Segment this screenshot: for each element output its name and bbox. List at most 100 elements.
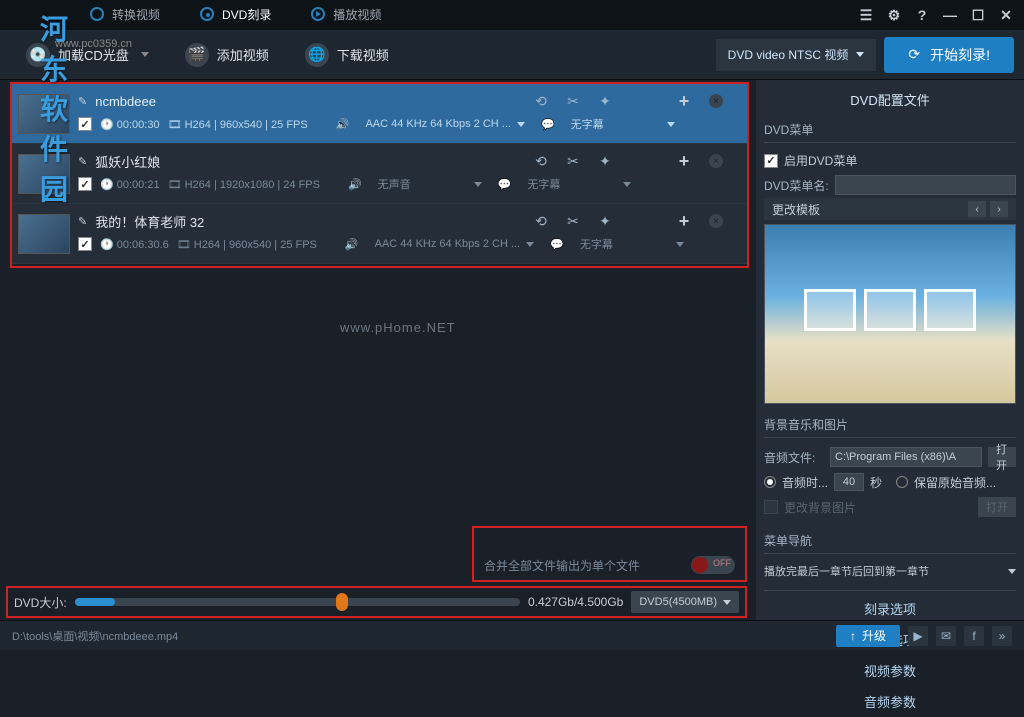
cut-icon[interactable]: ✂ bbox=[565, 153, 581, 169]
size-slider-track[interactable] bbox=[75, 598, 520, 606]
upgrade-label: 升级 bbox=[862, 627, 886, 644]
video-thumbnail bbox=[18, 214, 70, 254]
toolbar: 💿 加载CD光盘 🎬 添加视频 🌐 下载视频 DVD video NTSC 视频… bbox=[0, 30, 1024, 80]
remove-button[interactable]: × bbox=[709, 154, 723, 168]
video-list-panel: ✎ ncmbdeee ⟲ ✂ ✦ + × ✓ 🕐 00:00:30 🎞 H264… bbox=[0, 80, 755, 620]
convert-icon bbox=[90, 7, 104, 21]
add-button[interactable]: + bbox=[675, 92, 693, 110]
more-icon[interactable]: » bbox=[992, 626, 1012, 646]
audio-time-radio[interactable] bbox=[764, 476, 776, 488]
video-row[interactable]: ✎ ncmbdeee ⟲ ✂ ✦ + × ✓ 🕐 00:00:30 🎞 H264… bbox=[12, 84, 747, 144]
add-video-button[interactable]: 🎬 添加视频 bbox=[169, 37, 285, 73]
facebook-icon[interactable]: f bbox=[964, 626, 984, 646]
audio-file-input[interactable] bbox=[830, 447, 982, 467]
toggle-state: OFF bbox=[713, 558, 731, 568]
keep-original-label: 保留原始音频... bbox=[914, 474, 996, 491]
video-checkbox[interactable]: ✓ bbox=[78, 237, 92, 251]
volume-icon[interactable]: 🔊 bbox=[345, 238, 359, 251]
adjust-icon[interactable]: ✦ bbox=[597, 213, 613, 229]
tab-label: DVD刻录 bbox=[222, 6, 271, 23]
video-checkbox[interactable]: ✓ bbox=[78, 117, 92, 131]
start-burn-button[interactable]: ⟳ 开始刻录! bbox=[884, 37, 1014, 73]
settings-icon[interactable]: ⚙ bbox=[886, 7, 902, 23]
youtube-icon[interactable]: ▶ bbox=[908, 626, 928, 646]
adjust-icon[interactable]: ✦ bbox=[597, 153, 613, 169]
video-info: 🎞 H264 | 960x540 | 25 FPS bbox=[168, 118, 308, 131]
audio-params-link[interactable]: 音频参数 bbox=[764, 686, 1016, 717]
refresh-icon[interactable]: ⟲ bbox=[533, 93, 549, 109]
template-next-button[interactable]: › bbox=[990, 201, 1008, 217]
mail-icon[interactable]: ✉ bbox=[936, 626, 956, 646]
upgrade-button[interactable]: ↑ 升级 bbox=[836, 625, 900, 647]
tab-play[interactable]: 播放视频 bbox=[291, 0, 401, 30]
tab-dvd[interactable]: DVD刻录 bbox=[180, 0, 291, 30]
audio-track-select[interactable]: 无声音 bbox=[370, 174, 490, 194]
menu-icon[interactable]: ☰ bbox=[858, 7, 874, 23]
cut-icon[interactable]: ✂ bbox=[565, 93, 581, 109]
keep-original-radio[interactable] bbox=[896, 476, 908, 488]
open-audio-button[interactable]: 打开 bbox=[988, 447, 1016, 467]
merge-files-row: 合并全部文件输出为单个文件 OFF bbox=[472, 526, 747, 582]
format-label: DVD video NTSC 视频 bbox=[728, 46, 849, 63]
audio-track-select[interactable]: AAC 44 KHz 64 Kbps 2 CH ... bbox=[367, 234, 543, 254]
chevron-down-icon bbox=[1008, 569, 1016, 574]
edit-icon[interactable]: ✎ bbox=[78, 95, 87, 108]
subtitle-icon: 💬 bbox=[541, 118, 555, 131]
maximize-button[interactable]: ☐ bbox=[970, 7, 986, 23]
video-thumbnail bbox=[18, 94, 70, 134]
video-row[interactable]: ✎ 我的！体育老师 32 ⟲ ✂ ✦ + × ✓ 🕐 00:06:30.6 🎞 … bbox=[12, 204, 747, 264]
adjust-icon[interactable]: ✦ bbox=[597, 93, 613, 109]
template-prev-button[interactable]: ‹ bbox=[968, 201, 986, 217]
chevron-down-icon bbox=[723, 600, 731, 605]
audio-time-label: 音频时... bbox=[782, 474, 828, 491]
menu-name-label: DVD菜单名: bbox=[764, 177, 829, 194]
add-button[interactable]: + bbox=[675, 212, 693, 230]
button-label: 下载视频 bbox=[337, 45, 389, 64]
edit-icon[interactable]: ✎ bbox=[78, 155, 87, 168]
enable-menu-label: 启用DVD菜单 bbox=[784, 152, 857, 169]
edit-icon[interactable]: ✎ bbox=[78, 215, 87, 228]
subtitle-select[interactable]: 无字幕 bbox=[563, 114, 683, 134]
window-controls: ☰ ⚙ ? — ☐ ✕ bbox=[858, 7, 1024, 23]
cd-icon: 💿 bbox=[26, 43, 50, 67]
video-params-link[interactable]: 视频参数 bbox=[764, 655, 1016, 686]
close-button[interactable]: ✕ bbox=[998, 7, 1014, 23]
video-info: 🎞 H264 | 1920x1080 | 24 FPS bbox=[168, 178, 320, 191]
nav-behavior-select[interactable]: 播放完最后一章节后回到第一章节 bbox=[764, 563, 1002, 579]
refresh-icon[interactable]: ⟲ bbox=[533, 153, 549, 169]
toggle-knob bbox=[692, 557, 708, 573]
menu-name-input[interactable] bbox=[835, 175, 1016, 195]
minimize-button[interactable]: — bbox=[942, 7, 958, 23]
enable-menu-checkbox[interactable]: ✓ bbox=[764, 154, 778, 168]
preview-frame bbox=[804, 289, 856, 331]
preview-frame bbox=[864, 289, 916, 331]
output-format-select[interactable]: DVD video NTSC 视频 bbox=[716, 39, 877, 71]
up-arrow-icon: ↑ bbox=[850, 629, 856, 643]
merge-toggle[interactable]: OFF bbox=[691, 556, 735, 574]
audio-seconds-input[interactable] bbox=[834, 473, 864, 491]
size-slider-thumb[interactable] bbox=[336, 593, 348, 611]
volume-icon[interactable]: 🔊 bbox=[348, 178, 362, 191]
remove-button[interactable]: × bbox=[709, 214, 723, 228]
video-row[interactable]: ✎ 狐妖小红娘 ⟲ ✂ ✦ + × ✓ 🕐 00:00:21 🎞 H264 | … bbox=[12, 144, 747, 204]
add-button[interactable]: + bbox=[675, 152, 693, 170]
volume-icon[interactable]: 🔊 bbox=[336, 118, 350, 131]
dvd-config-panel: DVD配置文件 DVD菜单 ✓ 启用DVD菜单 DVD菜单名: 更改模板 ‹ › bbox=[755, 80, 1024, 620]
change-bg-checkbox[interactable] bbox=[764, 500, 778, 514]
video-checkbox[interactable]: ✓ bbox=[78, 177, 92, 191]
remove-button[interactable]: × bbox=[709, 94, 723, 108]
download-video-button[interactable]: 🌐 下载视频 bbox=[289, 37, 405, 73]
button-label: 开始刻录! bbox=[930, 45, 990, 65]
help-icon[interactable]: ? bbox=[914, 7, 930, 23]
seconds-unit: 秒 bbox=[870, 474, 882, 491]
subtitle-select[interactable]: 无字幕 bbox=[519, 174, 639, 194]
cut-icon[interactable]: ✂ bbox=[565, 213, 581, 229]
subtitle-select[interactable]: 无字幕 bbox=[572, 234, 692, 254]
load-cd-button[interactable]: 💿 加载CD光盘 bbox=[10, 37, 165, 73]
refresh-icon[interactable]: ⟲ bbox=[533, 213, 549, 229]
dvd-preset-select[interactable]: DVD5(4500MB) bbox=[631, 591, 739, 613]
tab-convert[interactable]: 转换视频 bbox=[70, 0, 180, 30]
burn-options-link[interactable]: 刻录选项 bbox=[764, 593, 1016, 624]
audio-track-select[interactable]: AAC 44 KHz 64 Kbps 2 CH ... bbox=[357, 114, 533, 134]
template-preview[interactable] bbox=[764, 224, 1016, 404]
